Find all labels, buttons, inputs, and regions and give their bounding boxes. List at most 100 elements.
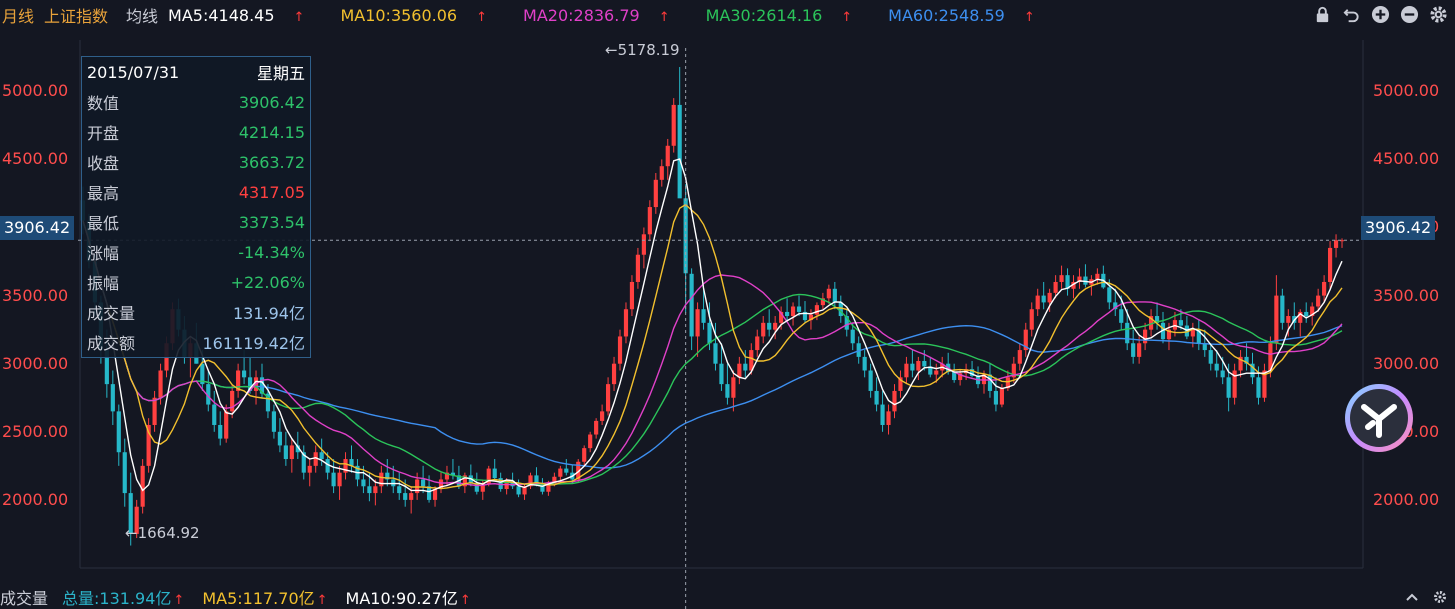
ma-label[interactable]: 均线 xyxy=(126,3,158,27)
candle-body xyxy=(397,486,402,494)
candle-body xyxy=(916,360,921,371)
candle-body xyxy=(409,493,414,500)
gear-icon[interactable] xyxy=(1433,589,1447,603)
lock-icon[interactable] xyxy=(1312,4,1333,25)
y-tick-label: 3500.00 xyxy=(1373,285,1440,305)
candle-body xyxy=(1137,343,1142,357)
tooltip-row-label: 最低 xyxy=(87,214,120,233)
candle-body xyxy=(910,363,915,371)
app-logo-icon[interactable] xyxy=(1344,383,1414,453)
y-tick-label: 5000.00 xyxy=(2,81,69,101)
candle-body xyxy=(1143,329,1148,344)
candle-body xyxy=(558,468,563,477)
tooltip-row-label: 数值 xyxy=(87,94,120,113)
candle-body xyxy=(755,336,760,351)
settings-icon[interactable] xyxy=(1428,4,1449,25)
candle-body xyxy=(814,305,820,315)
tooltip-row: 成交量 131.94亿 xyxy=(82,297,310,327)
candle-body xyxy=(1208,350,1213,364)
tooltip-row: 收盘 3663.72 xyxy=(82,147,310,177)
undo-icon[interactable] xyxy=(1341,4,1362,25)
candle-body xyxy=(999,388,1004,405)
candle-body xyxy=(731,377,736,398)
candle-body xyxy=(1059,275,1064,282)
tooltip-row-label: 开盘 xyxy=(87,124,120,143)
volume-label[interactable]: 成交量 xyxy=(0,585,48,609)
candle-body xyxy=(1190,329,1195,337)
candle-body xyxy=(850,329,855,344)
ma60-legend: MA60:2548.59 ↑ xyxy=(888,6,1053,25)
data-tooltip-panel: 2015/07/31 星期五 数值 3906.42 开盘 4214.15 收盘 3663.… xyxy=(81,56,311,358)
candle-body xyxy=(116,411,121,453)
candle-body xyxy=(826,288,831,299)
candle-body xyxy=(743,363,748,371)
candle-body xyxy=(319,452,324,460)
candle-body xyxy=(1280,295,1285,323)
y-tick-label: 2000.00 xyxy=(2,489,69,509)
candle-body xyxy=(492,468,497,479)
candle-body xyxy=(611,363,617,385)
up-arrow-icon: ↑ xyxy=(1023,9,1035,25)
candle-body xyxy=(1035,295,1040,310)
candle-body xyxy=(152,397,157,425)
candle-body xyxy=(122,452,127,494)
collapse-icon[interactable] xyxy=(1405,589,1419,603)
candle-body xyxy=(110,384,115,412)
candle-body xyxy=(594,420,599,435)
candle-body xyxy=(242,370,247,378)
candle-body xyxy=(218,424,223,439)
period-selector[interactable]: 月线 xyxy=(2,3,34,27)
tooltip-row: 振幅 +22.06% xyxy=(82,267,310,297)
candle-body xyxy=(874,390,879,405)
candle-body xyxy=(212,404,217,425)
zoom-out-icon[interactable] xyxy=(1399,4,1420,25)
candle-body xyxy=(629,281,635,310)
ma20-legend: MA20:2836.79 ↑ xyxy=(523,6,688,25)
candle-body xyxy=(641,234,646,255)
zoom-in-icon[interactable] xyxy=(1370,4,1391,25)
index-name[interactable]: 上证指数 xyxy=(44,3,108,27)
candle-body xyxy=(922,360,927,367)
candle-body xyxy=(605,384,611,412)
tooltip-row: 涨幅 -14.34% xyxy=(82,237,310,267)
tooltip-row-label: 成交额 xyxy=(87,334,136,353)
volume-legend-text: 总量:131.94亿 xyxy=(62,588,172,608)
candle-body xyxy=(773,322,778,330)
candle-body xyxy=(1274,295,1279,344)
y-tick-label: 2500.00 xyxy=(2,421,69,441)
tooltip-date: 2015/07/31 xyxy=(87,62,180,82)
crosshair-price-left: 3906.42 xyxy=(0,216,75,240)
candle-body xyxy=(1316,295,1321,307)
candle-body xyxy=(1322,281,1327,296)
candle-body xyxy=(1327,247,1333,282)
candle-body xyxy=(761,322,766,337)
tooltip-row-value: 3906.42 xyxy=(238,92,305,112)
ma10-legend: MA10:3560.06 ↑ xyxy=(340,6,505,25)
volume-legend-item: 总量:131.94亿 ↑ xyxy=(62,589,184,608)
candle-body xyxy=(271,411,277,432)
candle-body xyxy=(1017,350,1022,364)
candle-body xyxy=(1178,320,1183,326)
y-tick-label: 4500.00 xyxy=(2,149,69,169)
candle-body xyxy=(838,302,843,317)
candle-body xyxy=(671,104,676,146)
candle-body xyxy=(713,343,718,364)
candle-body xyxy=(307,465,312,473)
candle-body xyxy=(1220,370,1225,378)
tooltip-weekday: 星期五 xyxy=(256,64,305,83)
y-tick-label: 5000.00 xyxy=(1373,81,1440,101)
volume-legend-item: MA5:117.70亿 ↑ xyxy=(202,589,327,608)
up-arrow-icon: ↑ xyxy=(658,9,670,25)
volume-legend-item: MA10:90.27亿 ↑ xyxy=(346,589,471,608)
candle-body xyxy=(832,288,837,303)
candle-body xyxy=(659,166,664,180)
candle-body xyxy=(737,363,742,378)
candle-body xyxy=(886,411,891,425)
up-arrow-icon: ↑ xyxy=(841,9,853,25)
candle-body xyxy=(635,254,641,282)
candle-body xyxy=(725,384,730,398)
up-arrow-icon: ↑ xyxy=(316,592,328,608)
tooltip-row-label: 振幅 xyxy=(87,274,120,293)
tooltip-row-value: 3663.72 xyxy=(238,152,305,172)
candle-body xyxy=(701,309,706,323)
